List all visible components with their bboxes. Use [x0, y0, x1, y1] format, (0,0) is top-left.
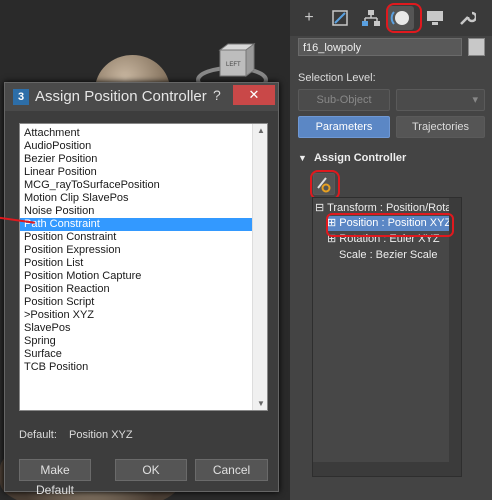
chevron-down-icon: ▾: [472, 94, 478, 106]
default-value: Position XYZ: [69, 429, 133, 441]
cancel-button[interactable]: Cancel: [195, 459, 268, 481]
tree-row-scale[interactable]: Scale : Bezier Scale: [339, 248, 437, 263]
controller-list-item[interactable]: MCG_rayToSurfacePosition: [23, 179, 248, 192]
object-name-field[interactable]: f16_lowpoly: [298, 38, 462, 56]
command-panel: + f16_lowpoly Selection Level: Sub-Objec…: [290, 0, 492, 500]
trajectories-button[interactable]: Trajectories: [396, 116, 485, 138]
dialog-titlebar[interactable]: 3 Assign Position Controller ? ✕: [5, 83, 278, 111]
default-label: Default:: [19, 429, 57, 441]
controller-list-item[interactable]: Position Constraint: [23, 231, 248, 244]
controller-list-item[interactable]: Spring: [23, 335, 248, 348]
annotation-circle-assign-button: [310, 170, 340, 200]
parameters-button[interactable]: Parameters: [298, 116, 390, 138]
controller-list-item[interactable]: Path Constraint: [20, 218, 254, 231]
controller-list-item[interactable]: Bezier Position: [23, 153, 248, 166]
modify-icon[interactable]: [327, 6, 353, 30]
controller-list-item[interactable]: Linear Position: [23, 166, 248, 179]
annotation-circle-position-row: [326, 213, 454, 237]
help-icon[interactable]: ?: [213, 87, 221, 103]
dialog-title: Assign Position Controller: [35, 88, 207, 105]
controller-list-item[interactable]: Position Expression: [23, 244, 248, 257]
selection-level-label: Selection Level:: [298, 72, 376, 84]
tree-vertical-scrollbar[interactable]: [449, 198, 461, 476]
command-panel-tabs: +: [290, 0, 492, 36]
controller-list-item[interactable]: TCB Position: [23, 361, 248, 374]
scroll-down-icon[interactable]: ▼: [257, 399, 265, 408]
sub-object-dropdown[interactable]: ▾: [396, 89, 485, 111]
sub-object-button[interactable]: Sub-Object: [298, 89, 390, 111]
controller-list-item[interactable]: SlavePos: [23, 322, 248, 335]
app-logo-icon: 3: [13, 89, 29, 105]
tree-horizontal-scrollbar[interactable]: [313, 462, 449, 476]
close-button[interactable]: ✕: [233, 85, 275, 105]
close-icon: ✕: [248, 87, 260, 102]
controller-tree[interactable]: ⊟ Transform : Position/Rotat ⊞ Position …: [312, 197, 462, 477]
controller-list[interactable]: Attachment AudioPosition Bezier Position Li…: [19, 123, 268, 411]
controller-list-item[interactable]: AudioPosition: [23, 140, 248, 153]
hierarchy-icon[interactable]: [358, 6, 384, 30]
utilities-wrench-icon[interactable]: [454, 6, 480, 30]
controller-list-item[interactable]: Motion Clip SlavePos: [23, 192, 248, 205]
list-scrollbar[interactable]: ▲ ▼: [252, 124, 267, 410]
ok-button[interactable]: OK: [115, 459, 187, 481]
controller-list-item[interactable]: Position List: [23, 257, 248, 270]
assign-controller-rollout-header[interactable]: ▼ Assign Controller: [298, 152, 486, 168]
make-default-button[interactable]: Make Default: [19, 459, 91, 497]
scroll-up-icon[interactable]: ▲: [257, 126, 265, 135]
controller-list-item[interactable]: Position Reaction: [23, 283, 248, 296]
rollout-toggle-icon: ▼: [298, 153, 307, 163]
controller-list-item[interactable]: Noise Position: [23, 205, 248, 218]
controller-list-item[interactable]: Position Motion Capture: [23, 270, 248, 283]
rollout-title: Assign Controller: [313, 152, 407, 164]
controller-list-item[interactable]: Attachment: [23, 127, 248, 140]
object-color-swatch[interactable]: [468, 38, 485, 56]
view-cube-label: LEFT: [226, 62, 241, 68]
display-icon[interactable]: [422, 6, 448, 30]
controller-list-item[interactable]: Surface: [23, 348, 248, 361]
annotation-circle-motion-tab: [386, 3, 422, 33]
create-plus-icon[interactable]: +: [296, 6, 322, 30]
controller-list-item[interactable]: >Position XYZ: [23, 309, 248, 322]
controller-list-item[interactable]: Position Script: [23, 296, 248, 309]
assign-position-controller-dialog: 3 Assign Position Controller ? ✕ Attachm…: [0, 82, 279, 497]
